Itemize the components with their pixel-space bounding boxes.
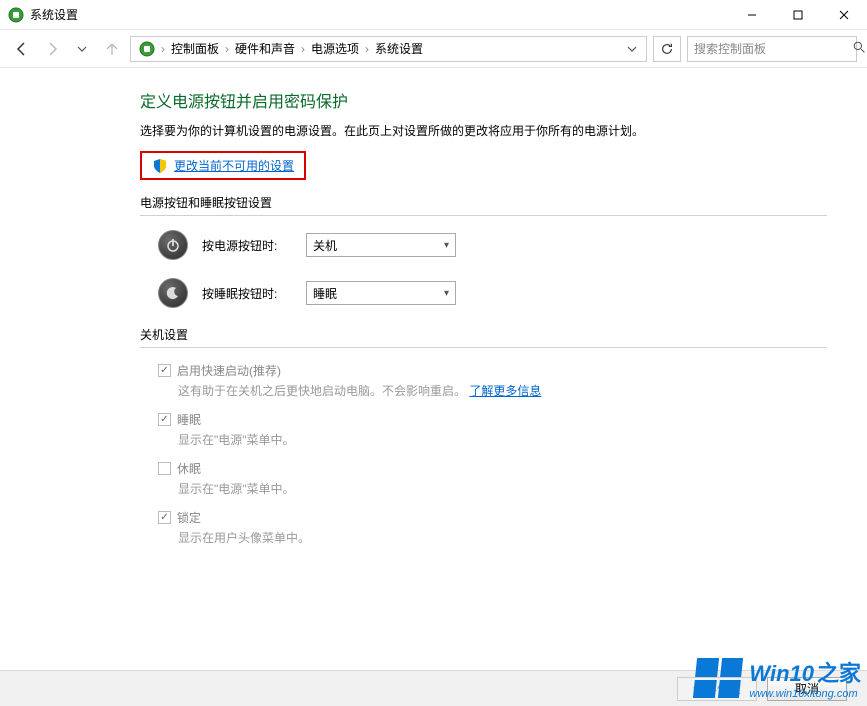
search-icon[interactable]	[853, 41, 866, 57]
chevron-right-icon[interactable]: ›	[299, 42, 307, 56]
section-title-shutdown: 关机设置	[140, 326, 827, 348]
change-unavailable-settings-link[interactable]: 更改当前不可用的设置	[174, 157, 294, 174]
power-button-row: 按电源按钮时: 关机 ▾	[158, 230, 827, 260]
checkbox-hibernate[interactable]	[158, 462, 171, 475]
option-sleep: 睡眠 显示在"电源"菜单中。	[158, 411, 827, 448]
cancel-button[interactable]: 取消	[767, 677, 847, 701]
option-desc: 显示在"电源"菜单中。	[178, 480, 827, 497]
app-icon	[8, 7, 24, 23]
option-desc: 显示在用户头像菜单中。	[178, 529, 827, 546]
window-title: 系统设置	[30, 6, 78, 23]
breadcrumb-item[interactable]: 系统设置	[371, 40, 427, 57]
option-desc: 这有助于在关机之后更快地启动电脑。不会影响重启。 了解更多信息	[178, 382, 827, 399]
close-button[interactable]	[821, 0, 867, 29]
maximize-button[interactable]	[775, 0, 821, 29]
option-hibernate: 休眠 显示在"电源"菜单中。	[158, 460, 827, 497]
sleep-button-row: 按睡眠按钮时: 睡眠 ▾	[158, 278, 827, 308]
breadcrumb[interactable]: › 控制面板 › 硬件和声音 › 电源选项 › 系统设置	[130, 36, 647, 62]
chevron-down-icon: ▾	[444, 288, 449, 299]
chevron-right-icon[interactable]: ›	[223, 42, 231, 56]
section-title-buttons: 电源按钮和睡眠按钮设置	[140, 194, 827, 216]
shutdown-options: 启用快速启动(推荐) 这有助于在关机之后更快地启动电脑。不会影响重启。 了解更多…	[158, 362, 827, 546]
sleep-icon	[158, 278, 188, 308]
breadcrumb-item[interactable]: 硬件和声音	[231, 40, 299, 57]
checkbox-label: 睡眠	[177, 411, 201, 428]
forward-button[interactable]	[40, 37, 64, 61]
checkbox-sleep[interactable]	[158, 413, 171, 426]
minimize-button[interactable]	[729, 0, 775, 29]
breadcrumb-dropdown[interactable]	[622, 44, 642, 54]
breadcrumb-item[interactable]: 控制面板	[167, 40, 223, 57]
back-button[interactable]	[10, 37, 34, 61]
control-panel-icon	[139, 41, 155, 57]
search-box[interactable]	[687, 36, 857, 62]
sleep-button-label: 按睡眠按钮时:	[202, 285, 292, 302]
page-description: 选择要为你的计算机设置的电源设置。在此页上对设置所做的更改将应用于你所有的电源计…	[140, 122, 827, 141]
refresh-button[interactable]	[653, 36, 681, 62]
nav-row: › 控制面板 › 硬件和声音 › 电源选项 › 系统设置	[0, 30, 867, 68]
chevron-right-icon[interactable]: ›	[363, 42, 371, 56]
chevron-right-icon[interactable]: ›	[159, 42, 167, 56]
footer: 保存修改 取消	[0, 670, 867, 706]
titlebar: 系统设置	[0, 0, 867, 30]
checkbox-label: 锁定	[177, 509, 201, 526]
option-desc: 显示在"电源"菜单中。	[178, 431, 827, 448]
power-icon	[158, 230, 188, 260]
shield-icon	[152, 158, 168, 174]
checkbox-lock[interactable]	[158, 511, 171, 524]
checkbox-label: 启用快速启动(推荐)	[177, 362, 281, 379]
checkbox-label: 休眠	[177, 460, 201, 477]
up-button[interactable]	[100, 37, 124, 61]
option-lock: 锁定 显示在用户头像菜单中。	[158, 509, 827, 546]
power-button-select[interactable]: 关机 ▾	[306, 233, 456, 257]
recent-menu-button[interactable]	[70, 37, 94, 61]
learn-more-link[interactable]: 了解更多信息	[469, 384, 541, 398]
chevron-down-icon: ▾	[444, 240, 449, 251]
power-button-label: 按电源按钮时:	[202, 237, 292, 254]
save-button[interactable]: 保存修改	[677, 677, 757, 701]
highlight-box: 更改当前不可用的设置	[140, 151, 306, 180]
main-content: 定义电源按钮并启用密码保护 选择要为你的计算机设置的电源设置。在此页上对设置所做…	[0, 68, 867, 578]
power-button-value: 关机	[313, 237, 337, 254]
sleep-button-value: 睡眠	[313, 285, 337, 302]
sleep-button-select[interactable]: 睡眠 ▾	[306, 281, 456, 305]
search-input[interactable]	[694, 42, 849, 56]
page-title: 定义电源按钮并启用密码保护	[140, 88, 827, 112]
checkbox-fast-startup[interactable]	[158, 364, 171, 377]
option-fast-startup: 启用快速启动(推荐) 这有助于在关机之后更快地启动电脑。不会影响重启。 了解更多…	[158, 362, 827, 399]
breadcrumb-item[interactable]: 电源选项	[307, 40, 363, 57]
